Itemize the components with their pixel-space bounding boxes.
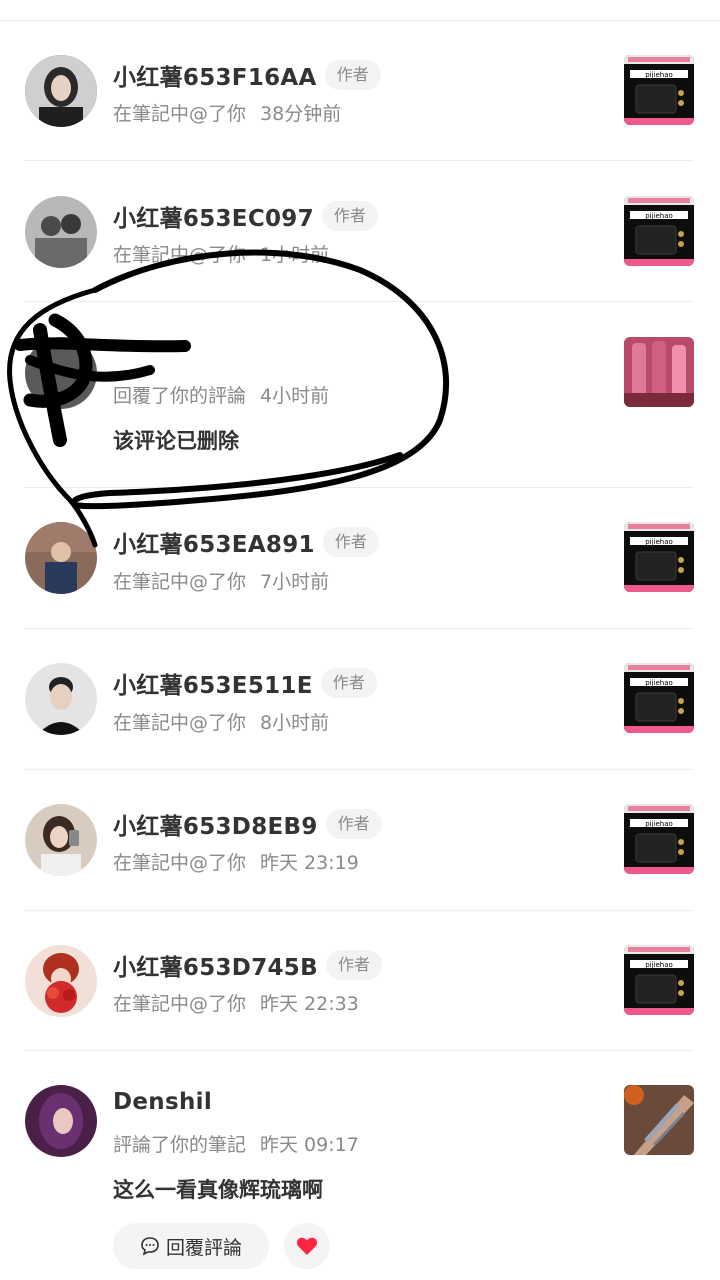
timestamp: 昨天 09:17 [260,1134,359,1156]
avatar[interactable] [25,804,97,876]
heart-icon [296,1237,318,1255]
note-thumbnail[interactable]: pijiehao [624,196,694,266]
user-name[interactable]: 小红薯653E511E [113,666,313,700]
meta-line: 在筆記中@了你 1小时前 [113,240,329,267]
name-line: 小红薯653D745B 作者 [113,948,382,982]
action-text: 在筆記中@了你 [113,571,247,593]
divider [24,910,694,911]
timestamp: 7小时前 [260,571,330,593]
timestamp: 8小时前 [260,712,330,734]
thumb-label: pijiehao [645,212,673,220]
note-thumbnail[interactable]: pijiehao [624,945,694,1015]
avatar[interactable] [25,945,97,1017]
name-line: 小红薯653F16AA 作者 [113,58,381,92]
scribble-overlay [7,249,450,548]
meta-line: 在筆記中@了你 昨天 23:19 [113,848,359,875]
action-text: 在筆記中@了你 [113,852,247,874]
timestamp: 昨天 23:19 [260,852,359,874]
timestamp: 1小时前 [260,244,330,266]
name-line: 小红薯653EA891 作者 [113,525,379,559]
action-text: 在筆記中@了你 [113,993,247,1015]
user-name[interactable]: 小红薯653F16AA [113,58,317,92]
avatar[interactable] [25,196,97,268]
thumb-label: pijiehao [645,679,673,687]
avatar[interactable] [25,1085,97,1157]
author-badge: 作者 [325,950,382,980]
comment-text: 这么一看真像辉琉璃啊 [113,1178,323,1202]
name-line: 小红薯653D8EB9 作者 [113,807,382,841]
meta-line: 回覆了你的評論 4小时前 [113,381,329,408]
timestamp: 4小时前 [260,385,330,407]
like-button[interactable] [284,1223,330,1269]
author-badge: 作者 [324,60,381,90]
divider [24,301,694,302]
action-text: 回覆了你的評論 [113,385,247,407]
name-line: 小红薯653EC097 作者 [113,199,378,233]
user-name[interactable]: 小红薯653EA891 [113,525,315,559]
name-line: 小红薯653E511E 作者 [113,666,377,700]
author-badge: 作者 [320,668,377,698]
reply-comment-button[interactable]: 回覆評論 [113,1223,269,1269]
action-text: 評論了你的筆記 [113,1134,247,1156]
avatar[interactable] [25,522,97,594]
divider [24,628,694,629]
author-badge: 作者 [321,201,378,231]
avatar[interactable] [25,55,97,127]
thumb-label: pijiehao [645,71,673,79]
meta-line: 在筆記中@了你 7小时前 [113,567,329,594]
action-text: 在筆記中@了你 [113,244,247,266]
user-name[interactable]: Denshil [113,1089,212,1115]
avatar[interactable] [25,663,97,735]
note-thumbnail[interactable]: pijiehao [624,55,694,125]
meta-line: 在筆記中@了你 8小时前 [113,708,329,735]
user-name[interactable]: 小红薯653D745B [113,948,318,982]
divider [24,487,694,488]
action-text: 在筆記中@了你 [113,103,247,125]
author-badge: 作者 [325,809,382,839]
user-name[interactable]: 小红薯653D8EB9 [113,807,318,841]
meta-line: 在筆記中@了你 昨天 22:33 [113,989,359,1016]
comment-text: 该评论已删除 [113,429,239,453]
author-badge: 作者 [322,527,379,557]
note-thumbnail[interactable] [624,337,694,407]
thumb-label: pijiehao [645,961,673,969]
timestamp: 38分钟前 [260,103,342,125]
note-thumbnail[interactable]: pijiehao [624,804,694,874]
avatar[interactable] [25,337,97,409]
note-thumbnail[interactable]: pijiehao [624,663,694,733]
thumb-label: pijiehao [645,538,673,546]
name-line: Denshil [113,1089,212,1115]
timestamp: 昨天 22:33 [260,993,359,1015]
divider [24,1050,694,1051]
divider [24,160,694,161]
note-thumbnail[interactable] [624,1085,694,1155]
meta-line: 在筆記中@了你 38分钟前 [113,99,341,126]
top-divider [0,20,720,21]
user-name[interactable]: 小红薯653EC097 [113,199,314,233]
reply-label: 回覆評論 [165,1236,242,1259]
note-thumbnail[interactable]: pijiehao [624,522,694,592]
thumb-label: pijiehao [645,820,673,828]
action-text: 在筆記中@了你 [113,712,247,734]
comment-bubble-icon [141,1237,159,1256]
meta-line: 評論了你的筆記 昨天 09:17 [113,1130,359,1157]
divider [24,769,694,770]
